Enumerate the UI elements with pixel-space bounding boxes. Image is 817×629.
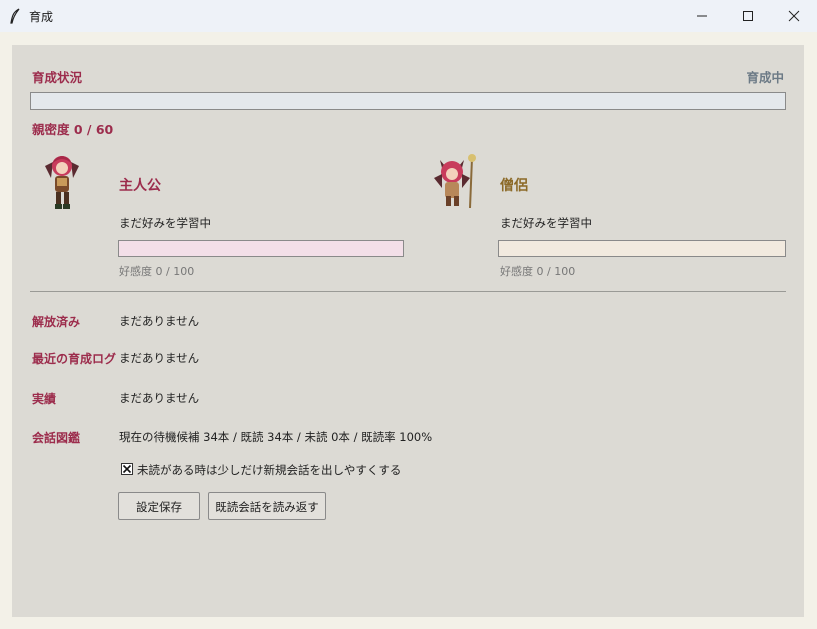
achievements-value: まだありません: [119, 391, 200, 405]
quill-icon: [9, 8, 21, 24]
check-icon: [122, 464, 132, 474]
prefer-new-dialogue-checkbox[interactable]: [121, 463, 133, 475]
window-title: 育成: [29, 10, 54, 24]
close-button[interactable]: [771, 0, 817, 32]
hero-affection-text: 好感度 0 / 100: [119, 265, 195, 278]
maximize-icon: [743, 11, 753, 21]
priest-affection-text: 好感度 0 / 100: [500, 265, 576, 278]
prefer-new-dialogue-label[interactable]: 未読がある時は少しだけ新規会話を出しやすくする: [137, 462, 401, 478]
recent-log-value: まだありません: [119, 351, 200, 365]
priest-affection-bar: [498, 240, 786, 257]
hero-avatar: [37, 152, 87, 212]
maximize-button[interactable]: [725, 0, 771, 32]
save-settings-button[interactable]: 設定保存: [118, 492, 200, 520]
hero-name: 主人公: [119, 178, 161, 194]
minimize-icon: [697, 15, 707, 17]
status-progress-bar: [30, 92, 786, 110]
priest-avatar: [430, 152, 480, 212]
dialogue-catalog-label: 会話図鑑: [32, 431, 81, 445]
priest-preference: まだ好みを学習中: [500, 216, 592, 230]
priest-name: 僧侶: [500, 178, 528, 194]
main-panel: 育成状況 育成中 親密度 0 / 60 主人公 まだ好みを学習中 好感度 0 /…: [12, 45, 804, 617]
section-divider: [30, 291, 786, 292]
unlocked-value: まだありません: [119, 314, 200, 328]
close-icon: [788, 10, 800, 22]
hero-affection-bar: [118, 240, 404, 257]
minimize-button[interactable]: [679, 0, 725, 32]
achievements-label: 実績: [32, 392, 57, 406]
dialogue-catalog-value: 現在の待機候補 34本 / 既読 34本 / 未読 0本 / 既読率 100%: [119, 430, 433, 444]
unlocked-label: 解放済み: [32, 315, 81, 329]
intimacy-label: 親密度 0 / 60: [32, 122, 114, 137]
recent-log-label: 最近の育成ログ: [32, 352, 117, 366]
status-title: 育成状況: [32, 70, 83, 85]
title-bar: 育成: [0, 0, 817, 32]
reread-dialogue-button[interactable]: 既読会話を読み返す: [208, 492, 326, 520]
hero-preference: まだ好みを学習中: [119, 216, 211, 230]
status-state: 育成中: [746, 70, 784, 85]
